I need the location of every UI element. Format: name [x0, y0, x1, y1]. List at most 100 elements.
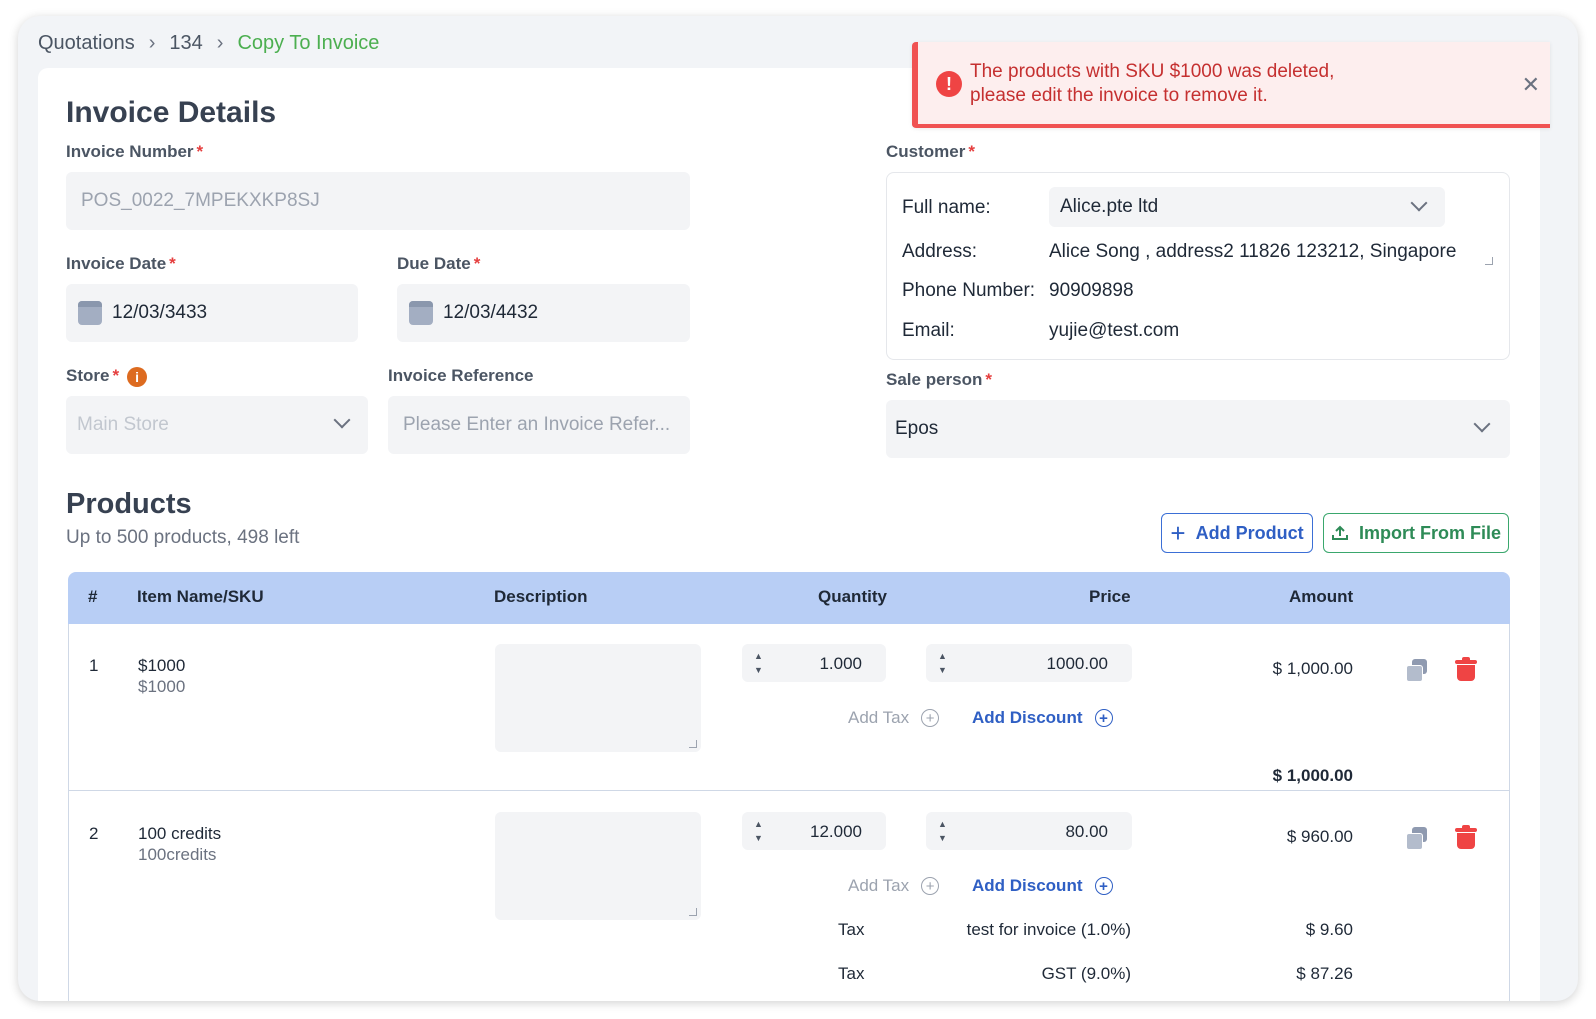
add-product-label: Add Product: [1195, 522, 1304, 543]
import-from-file-button[interactable]: Import From File: [1323, 513, 1509, 553]
products-title: Products: [66, 488, 192, 520]
products-table-body: 1 $1000 $1000 ▲ ▼ 1.000 ▲ ▼ 1000.00 $ 1,…: [68, 624, 1510, 1001]
chevron-right-icon: ›: [148, 31, 156, 54]
description-input[interactable]: [495, 812, 701, 920]
resize-handle-icon[interactable]: [689, 740, 697, 748]
due-date-field[interactable]: 12/03/4432: [397, 284, 690, 342]
quantity-stepper[interactable]: ▲ ▼ 12.000: [742, 812, 886, 850]
add-product-button[interactable]: + Add Product: [1161, 513, 1313, 553]
toast-message-line1: The products with SKU $1000 was deleted,: [970, 61, 1335, 82]
add-discount-button[interactable]: Add Discount +: [972, 708, 1113, 728]
invoice-number-label: Invoice Number *: [66, 142, 204, 161]
add-tax-button[interactable]: Add Tax +: [848, 708, 940, 728]
add-tax-label: Add Tax: [848, 876, 910, 895]
description-input[interactable]: [495, 644, 701, 752]
quantity-value: 12.000: [810, 822, 862, 841]
phone-label: Phone Number:: [902, 280, 1036, 301]
invoice-number-value: POS_0022_7MPEKXKP8SJ: [81, 190, 320, 211]
sale-person-value: Epos: [895, 418, 939, 439]
arrow-up-icon[interactable]: ▲: [938, 820, 947, 829]
invoice-reference-label: Invoice Reference: [388, 366, 534, 385]
customer-select[interactable]: Alice.pte ltd: [1049, 187, 1445, 227]
col-index: #: [88, 587, 98, 606]
arrow-down-icon[interactable]: ▼: [754, 666, 763, 675]
resize-handle-icon[interactable]: [689, 908, 697, 916]
add-tax-button[interactable]: Add Tax +: [848, 876, 940, 896]
row-item-name: 100 credits: [138, 824, 222, 843]
invoice-number-field: POS_0022_7MPEKXKP8SJ: [66, 172, 690, 230]
arrow-down-icon[interactable]: ▼: [754, 834, 763, 843]
plus-circle-icon: +: [921, 709, 940, 727]
quantity-stepper[interactable]: ▲ ▼ 1.000: [742, 644, 886, 682]
row-total: $ 1,000.00: [1272, 766, 1353, 785]
calendar-icon: [409, 301, 433, 325]
upload-icon: [1331, 525, 1348, 540]
trash-icon[interactable]: [1455, 657, 1477, 681]
tax-name: test for invoice (1.0%): [966, 920, 1131, 939]
import-from-file-label: Import From File: [1358, 522, 1501, 543]
arrow-down-icon[interactable]: ▼: [938, 834, 947, 843]
copy-icon[interactable]: [1406, 659, 1428, 682]
address-label: Address:: [902, 241, 977, 262]
plus-icon: +: [1170, 518, 1186, 548]
sale-person-select[interactable]: Epos: [886, 400, 1510, 458]
tax-name: GST (9.0%): [1041, 964, 1131, 983]
error-toast: ! The products with SKU $1000 was delete…: [912, 42, 1550, 128]
store-select[interactable]: Main Store: [66, 396, 368, 454]
invoice-reference-input[interactable]: Please Enter an Invoice Refer...: [388, 396, 690, 454]
invoice-details-title: Invoice Details: [66, 96, 277, 129]
calendar-icon: [78, 301, 102, 325]
tax-label: Tax: [838, 920, 865, 939]
price-stepper[interactable]: ▲ ▼ 1000.00: [926, 644, 1132, 682]
email-label: Email:: [902, 320, 955, 341]
breadcrumb-current: Copy To Invoice: [237, 31, 380, 54]
add-discount-button[interactable]: Add Discount +: [972, 876, 1113, 896]
toast-message-line2: please edit the invoice to remove it.: [970, 85, 1268, 106]
row-amount: $ 960.00: [1286, 827, 1353, 846]
row-divider: [69, 790, 1509, 791]
arrow-up-icon[interactable]: ▲: [754, 652, 763, 661]
address-value[interactable]: Alice Song , address2 11826 123212, Sing…: [1049, 241, 1456, 263]
customer-name: Alice.pte ltd: [1060, 196, 1159, 217]
arrow-up-icon[interactable]: ▲: [938, 652, 947, 661]
tax-amount: $ 9.60: [1305, 920, 1353, 939]
chevron-down-icon: [1410, 194, 1428, 212]
customer-panel: Full name: Alice.pte ltd Address: Alice …: [886, 172, 1510, 360]
tax-label: Tax: [838, 964, 865, 983]
customer-label: Customer *: [886, 142, 975, 161]
close-icon[interactable]: ✕: [1522, 72, 1540, 98]
price-stepper[interactable]: ▲ ▼ 80.00: [926, 812, 1132, 850]
plus-circle-icon: +: [1094, 877, 1113, 895]
breadcrumb: Quotations › 134 › Copy To Invoice: [38, 30, 379, 56]
fullname-label: Full name:: [902, 197, 991, 218]
trash-icon[interactable]: [1455, 825, 1477, 849]
invoice-date-value: 12/03/3433: [112, 302, 208, 323]
copy-icon[interactable]: [1406, 827, 1428, 850]
email-value: yujie@test.com: [1049, 320, 1180, 341]
due-date-label: Due Date *: [397, 254, 481, 273]
phone-value: 90909898: [1049, 280, 1134, 301]
breadcrumb-quotation-id[interactable]: 134: [169, 32, 202, 55]
add-tax-label: Add Tax: [848, 708, 910, 727]
plus-circle-icon: +: [921, 877, 940, 895]
products-table-header: # Item Name/SKU Description Quantity Pri…: [68, 572, 1510, 624]
plus-circle-icon: +: [1094, 709, 1113, 727]
row-index: 1: [89, 656, 99, 675]
row-item-sku: 100credits: [138, 845, 217, 864]
chevron-right-icon: ›: [216, 31, 224, 54]
invoice-card: Invoice Details Invoice Number * POS_0022…: [38, 68, 1540, 1001]
breadcrumb-quotations[interactable]: Quotations: [38, 32, 135, 55]
row-item-name: $1000: [138, 656, 186, 675]
invoice-date-field[interactable]: 12/03/3433: [66, 284, 358, 342]
col-description: Description: [494, 587, 588, 606]
store-label: Store * i: [66, 366, 148, 387]
add-discount-label: Add Discount: [972, 708, 1083, 727]
products-subtitle: Up to 500 products, 498 left: [66, 527, 300, 548]
app-window: Quotations › 134 › Copy To Invoice Invoi…: [18, 16, 1578, 1001]
resize-handle-icon[interactable]: [1485, 257, 1493, 265]
arrow-up-icon[interactable]: ▲: [754, 820, 763, 829]
info-icon[interactable]: i: [127, 366, 148, 387]
price-value: 1000.00: [1046, 654, 1108, 673]
col-quantity: Quantity: [818, 587, 887, 606]
arrow-down-icon[interactable]: ▼: [938, 666, 947, 675]
